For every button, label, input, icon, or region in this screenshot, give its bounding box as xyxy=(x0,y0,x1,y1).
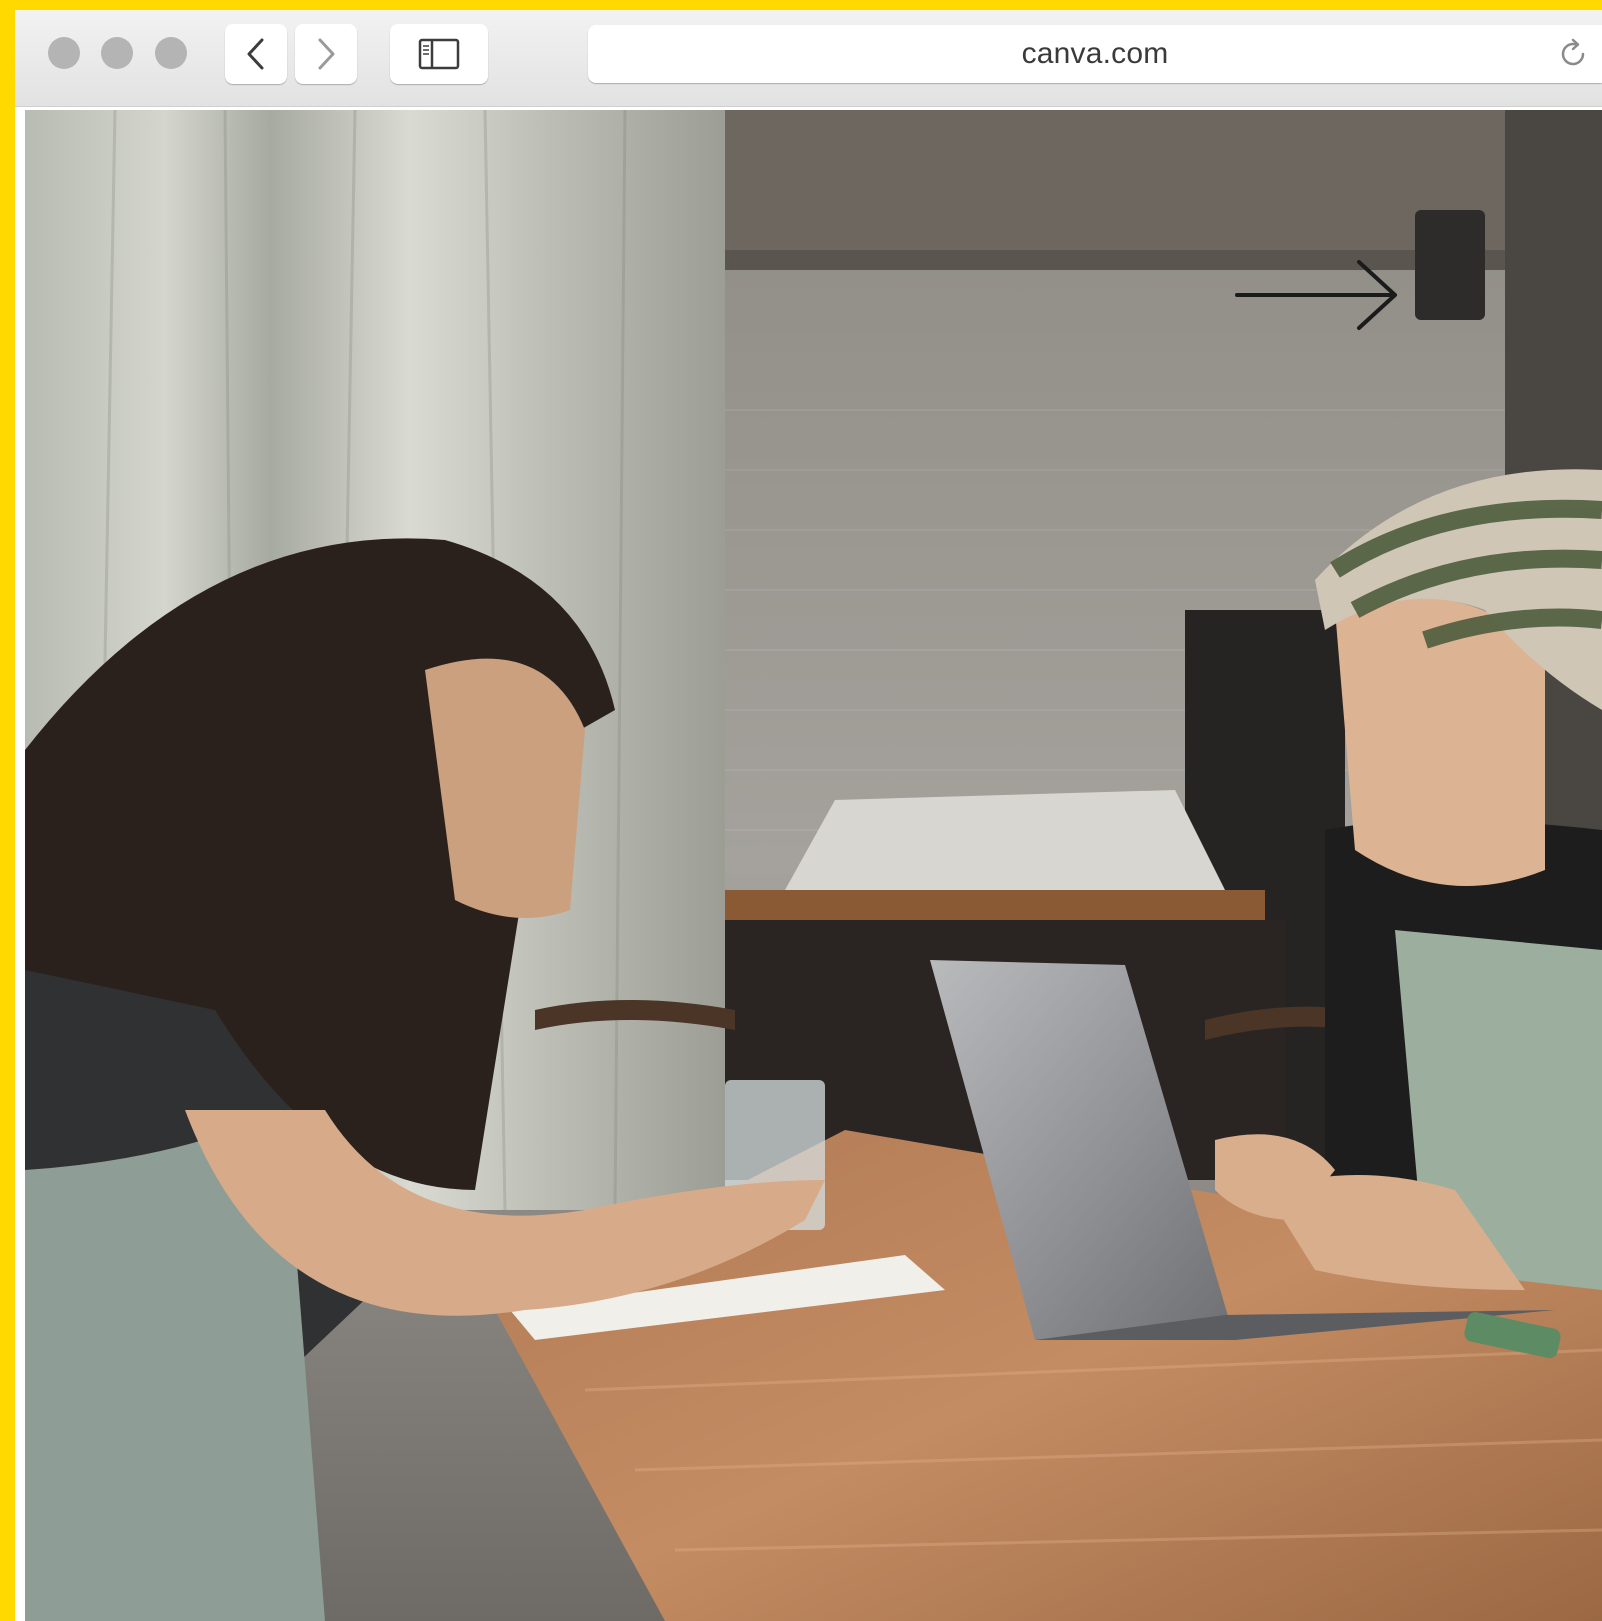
url-text: canva.com xyxy=(1021,37,1169,70)
address-bar[interactable]: canva.com xyxy=(588,25,1602,83)
sidebar-icon xyxy=(418,38,460,70)
browser-window: canva.com xyxy=(15,10,1602,1621)
reload-icon[interactable] xyxy=(1556,37,1590,71)
arrow-right-icon xyxy=(1235,260,1397,330)
close-button[interactable] xyxy=(48,37,80,69)
page-photo xyxy=(25,110,1602,1621)
back-button[interactable] xyxy=(225,24,287,84)
forward-button[interactable] xyxy=(295,24,357,84)
zoom-button[interactable] xyxy=(155,37,187,69)
browser-toolbar: canva.com xyxy=(15,10,1602,107)
minimize-button[interactable] xyxy=(101,37,133,69)
photo-illustration xyxy=(25,110,1602,1621)
sidebar-button[interactable] xyxy=(390,24,488,84)
chevron-left-icon xyxy=(247,38,264,70)
chevron-right-icon xyxy=(318,38,335,70)
